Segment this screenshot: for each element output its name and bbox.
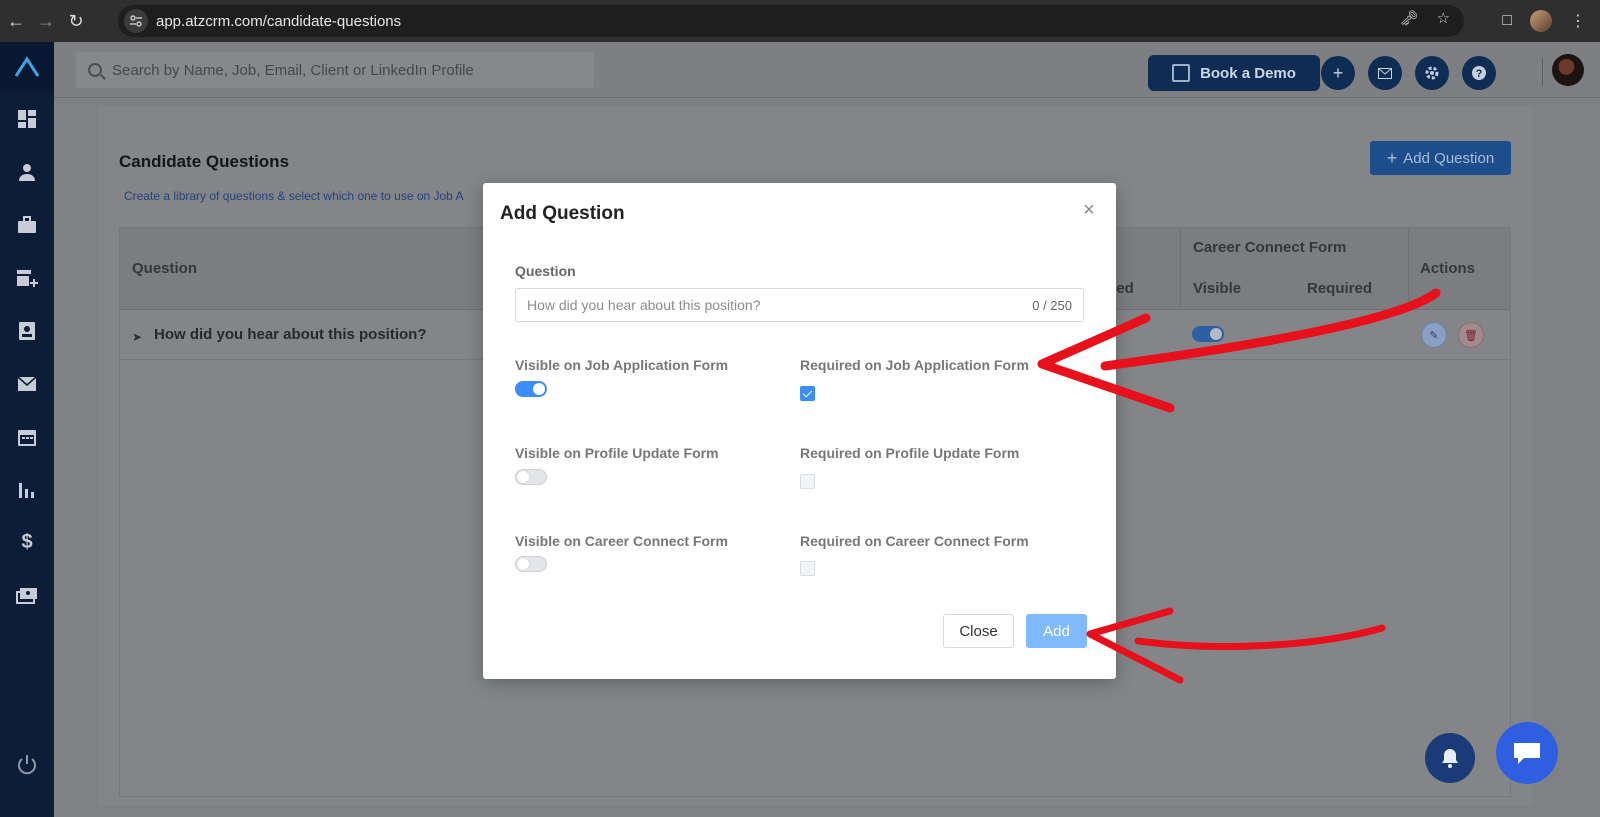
col-divider: [1180, 228, 1181, 310]
required-career-checkbox[interactable]: [800, 561, 815, 576]
power-icon[interactable]: [0, 738, 54, 791]
question-input[interactable]: [527, 297, 1007, 313]
browser-toolbar: ← → ↻ app.atzcrm.com/candidate-questions…: [0, 0, 1600, 42]
payments-icon[interactable]: [0, 569, 54, 622]
search-input[interactable]: [112, 61, 592, 79]
settings-button[interactable]: [1415, 56, 1449, 90]
menu-icon[interactable]: ⋮: [1570, 11, 1586, 31]
forward-icon[interactable]: →: [32, 7, 60, 35]
add-question-button[interactable]: + Add Question: [1370, 141, 1511, 175]
required-profile-checkbox[interactable]: [800, 474, 815, 489]
plus-icon: +: [1332, 62, 1344, 83]
contact-card-icon[interactable]: [0, 304, 54, 357]
visible-job-app-toggle[interactable]: [515, 381, 547, 397]
row-question: How did you hear about this position?: [154, 326, 427, 343]
mail-icon: [1378, 67, 1392, 79]
question-field[interactable]: 0 / 250: [515, 288, 1084, 322]
mail-button[interactable]: [1368, 56, 1402, 90]
extensions-icon[interactable]: □: [1502, 12, 1512, 30]
briefcase-icon[interactable]: [0, 198, 54, 251]
visible-profile-label: Visible on Profile Update Form: [515, 445, 719, 461]
header-divider: [1542, 58, 1543, 86]
required-job-app-label: Required on Job Application Form: [800, 357, 1029, 373]
add-question-modal: Add Question × Question 0 / 250 Visible …: [483, 183, 1116, 679]
sidebar: $: [0, 42, 54, 817]
notifications-button[interactable]: [1425, 733, 1475, 783]
plus-icon: +: [1386, 147, 1398, 168]
app-header: Book a Demo + ?: [54, 42, 1600, 98]
calendar-icon[interactable]: [0, 410, 54, 463]
char-counter: 0 / 250: [1032, 298, 1072, 313]
col-career-connect: Career Connect Form: [1193, 239, 1347, 256]
col-actions: Actions: [1420, 260, 1476, 277]
close-icon[interactable]: ×: [1080, 200, 1098, 220]
help-icon: ?: [1472, 66, 1486, 80]
back-icon[interactable]: ←: [2, 7, 30, 35]
page-subtitle: Create a library of questions & select w…: [124, 189, 464, 203]
modal-title: Add Question: [500, 203, 625, 224]
address-bar[interactable]: app.atzcrm.com/candidate-questions 🗝 ☆: [118, 5, 1464, 37]
required-job-app-checkbox[interactable]: [800, 386, 815, 401]
col-divider: [1408, 228, 1409, 310]
search-icon: [88, 63, 102, 77]
add-question-label: Add Question: [1403, 149, 1495, 167]
book-demo-button[interactable]: Book a Demo: [1148, 55, 1320, 91]
help-button[interactable]: ?: [1462, 56, 1496, 90]
send-icon: ➤: [132, 330, 143, 344]
site-settings-icon[interactable]: [124, 9, 148, 33]
key-icon[interactable]: 🗝: [1400, 9, 1419, 27]
delete-icon[interactable]: 🗑: [1458, 322, 1484, 348]
visible-profile-toggle[interactable]: [515, 469, 547, 485]
question-label: Question: [515, 263, 576, 279]
calendar-icon: [1172, 64, 1191, 82]
chat-icon: [1514, 743, 1540, 764]
mail-icon[interactable]: [0, 357, 54, 410]
col-required: Required: [1307, 280, 1373, 297]
person-icon[interactable]: [0, 145, 54, 198]
user-avatar[interactable]: [1552, 54, 1584, 86]
dollar-icon[interactable]: $: [0, 516, 54, 569]
add-button[interactable]: Add: [1026, 614, 1087, 648]
star-icon[interactable]: ☆: [1437, 9, 1450, 27]
reload-icon[interactable]: ↻: [62, 7, 90, 35]
page-title: Candidate Questions: [119, 152, 290, 171]
edit-icon[interactable]: ✎: [1421, 322, 1447, 348]
logo-icon[interactable]: [0, 42, 54, 92]
required-profile-label: Required on Profile Update Form: [800, 445, 1020, 461]
close-button[interactable]: Close: [943, 614, 1014, 648]
visible-career-toggle[interactable]: [515, 556, 547, 572]
svg-text:?: ?: [1476, 68, 1483, 80]
col-visible: Visible: [1193, 280, 1242, 297]
row-career-visible-toggle[interactable]: [1192, 326, 1224, 342]
book-demo-label: Book a Demo: [1200, 64, 1296, 82]
col-question: Question: [132, 260, 198, 277]
global-search[interactable]: [76, 52, 594, 88]
url-text[interactable]: app.atzcrm.com/candidate-questions: [156, 13, 401, 30]
bell-icon: [1442, 749, 1458, 768]
dashboard-icon[interactable]: [0, 92, 54, 145]
bar-chart-icon[interactable]: [0, 463, 54, 516]
visible-career-label: Visible on Career Connect Form: [515, 533, 728, 549]
chat-button[interactable]: [1496, 722, 1558, 784]
store-add-icon[interactable]: [0, 251, 54, 304]
gear-icon: [1425, 66, 1439, 80]
required-career-label: Required on Career Connect Form: [800, 533, 1029, 549]
profile-avatar[interactable]: [1530, 10, 1552, 32]
create-plus-button[interactable]: +: [1321, 56, 1355, 90]
visible-job-app-label: Visible on Job Application Form: [515, 357, 729, 373]
